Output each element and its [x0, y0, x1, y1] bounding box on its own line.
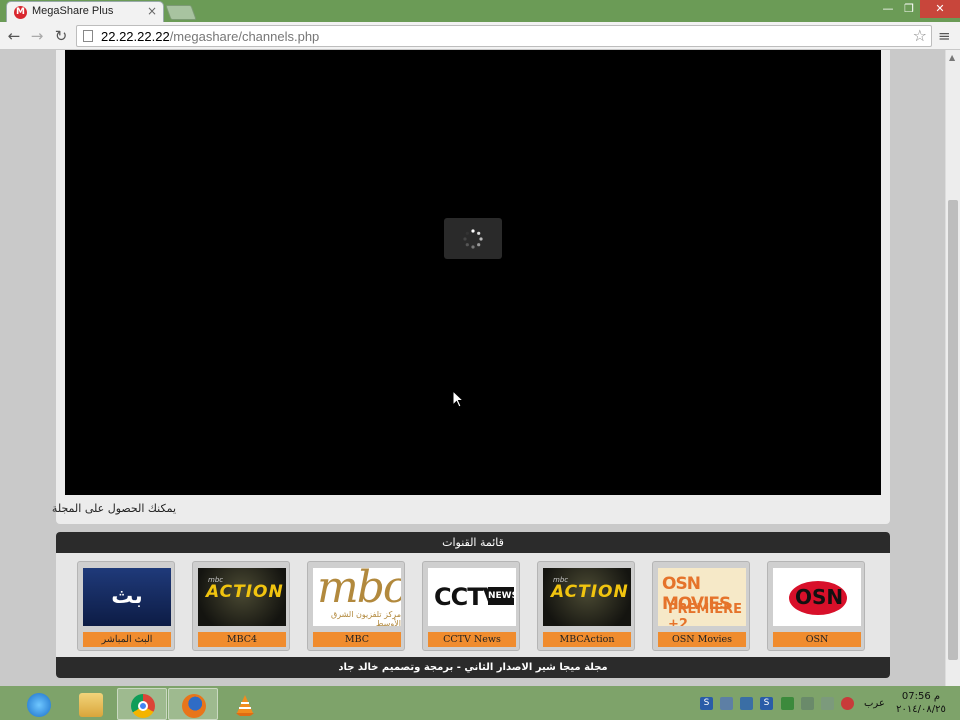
channel-logo: mbc ACTION	[198, 568, 286, 626]
tray-app-icon[interactable]	[720, 697, 733, 710]
back-button[interactable]: ←	[4, 26, 24, 46]
channel-logo: OSN MOVIES PREMIERE +2	[658, 568, 746, 626]
page-scrollbar[interactable]: ▲	[945, 50, 960, 686]
channel-label: MBC	[313, 632, 401, 647]
mouse-cursor-icon	[452, 390, 464, 408]
channel-label: البث المباشر	[83, 632, 171, 647]
reload-button[interactable]: ↻	[51, 26, 71, 46]
flag-icon[interactable]	[821, 697, 834, 710]
channel-mbc4[interactable]: mbc ACTION MBC4	[192, 561, 290, 651]
channel-logo: CCTV NEWS	[428, 568, 516, 626]
taskbar-chrome[interactable]	[117, 688, 167, 720]
scroll-up-icon[interactable]: ▲	[949, 53, 955, 62]
url-host: 22.22.22.22	[101, 29, 170, 44]
chrome-menu-icon[interactable]: ≡	[938, 27, 954, 45]
title-bar: M MegaShare Plus × — ❐ ✕	[0, 0, 960, 22]
tab-title: MegaShare Plus	[32, 5, 114, 17]
clock-time: 07:56	[901, 691, 931, 702]
address-bar[interactable]: 22.22.22.22/megashare/channels.php ☆	[76, 25, 932, 47]
megashare-favicon-icon: M	[14, 6, 27, 19]
loading-spinner-icon	[463, 229, 483, 249]
channel-label: OSN	[773, 632, 861, 647]
tray-s2-icon[interactable]: S	[760, 697, 773, 710]
channel-label: OSN Movies	[658, 632, 746, 647]
channel-label: MBC4	[198, 632, 286, 647]
firefox-icon	[182, 694, 206, 718]
logo-sub: PREMIERE +2	[668, 602, 742, 626]
tab-close-icon[interactable]: ×	[147, 4, 157, 18]
page-icon	[83, 30, 93, 42]
clock-ampm: م	[933, 691, 941, 702]
forward-button[interactable]: →	[27, 26, 47, 46]
taskbar-vlc[interactable]	[220, 688, 270, 720]
page-content: يمكنك الحصول على المجلة قائمة القنوات بث…	[0, 50, 945, 686]
url-path: /megashare/channels.php	[169, 29, 320, 44]
folder-icon	[79, 693, 103, 717]
tray-monitor-icon[interactable]	[801, 697, 814, 710]
channel-logo: بث مباشر	[83, 568, 171, 626]
volume-icon[interactable]	[841, 697, 854, 710]
channel-label: CCTV News	[428, 632, 516, 647]
url-text: 22.22.22.22/megashare/channels.php	[101, 29, 319, 44]
player-caption: يمكنك الحصول على المجلة	[51, 502, 176, 515]
loading-indicator	[444, 218, 502, 259]
logo-sub: مركز تلفزيون الشرق الأوسط	[331, 610, 401, 626]
channel-live[interactable]: بث مباشر البث المباشر	[77, 561, 175, 651]
logo-text: OSN	[795, 585, 844, 609]
taskbar-file-explorer[interactable]	[66, 688, 116, 720]
browser-tab[interactable]: M MegaShare Plus ×	[6, 1, 164, 22]
browser-toolbar: ← → ↻ 22.22.22.22/megashare/channels.php…	[0, 22, 960, 50]
channel-logo: mbc مركز تلفزيون الشرق الأوسط	[313, 568, 401, 626]
close-window-button[interactable]: ✕	[920, 0, 960, 18]
channel-osn-movies[interactable]: OSN MOVIES PREMIERE +2 OSN Movies	[652, 561, 750, 651]
channel-osn[interactable]: OSN OSN	[767, 561, 865, 651]
channel-label: MBCAction	[543, 632, 631, 647]
channel-logo: mbc ACTION	[543, 568, 631, 626]
internet-explorer-icon	[27, 693, 51, 717]
tray-green-icon[interactable]	[781, 697, 794, 710]
channels-header: قائمة القنوات	[56, 532, 890, 553]
footer-credits: مجلة ميجا شير الاصدار الثاني - برمجة وتص…	[56, 657, 890, 678]
logo-text: ACTION	[551, 582, 629, 602]
clock-date: ٢٠١٤/٠٨/٢٥	[896, 704, 946, 715]
scroll-thumb[interactable]	[948, 200, 958, 660]
new-tab-button[interactable]	[165, 5, 197, 20]
channel-logo: OSN	[773, 568, 861, 626]
maximize-button[interactable]: ❐	[898, 0, 920, 18]
logo-text: ACTION	[206, 582, 284, 602]
channel-mbc[interactable]: mbc مركز تلفزيون الشرق الأوسط MBC	[307, 561, 405, 651]
vlc-icon	[236, 695, 254, 716]
video-player[interactable]	[65, 50, 881, 495]
logo-sub: NEWS	[488, 587, 516, 605]
tray-network-icon[interactable]	[740, 697, 753, 710]
windows-taskbar	[0, 686, 960, 720]
channel-mbc-action[interactable]: mbc ACTION MBCAction	[537, 561, 635, 651]
logo-text: mbc	[317, 568, 401, 613]
channel-cctv-news[interactable]: CCTV NEWS CCTV News	[422, 561, 520, 651]
bookmark-star-icon[interactable]: ☆	[913, 26, 927, 45]
language-indicator[interactable]: عرب	[864, 698, 885, 709]
taskbar-firefox[interactable]	[168, 688, 218, 720]
chrome-icon	[131, 694, 155, 718]
minimize-button[interactable]: —	[876, 0, 900, 18]
player-container: يمكنك الحصول على المجلة	[52, 50, 890, 524]
taskbar-internet-explorer[interactable]	[14, 688, 64, 720]
channels-panel: قائمة القنوات بث مباشر البث المباشر mbc …	[56, 532, 890, 678]
taskbar-clock[interactable]: م 07:56 ٢٠١٤/٠٨/٢٥	[896, 690, 946, 716]
tray-s-icon[interactable]: S	[700, 697, 713, 710]
